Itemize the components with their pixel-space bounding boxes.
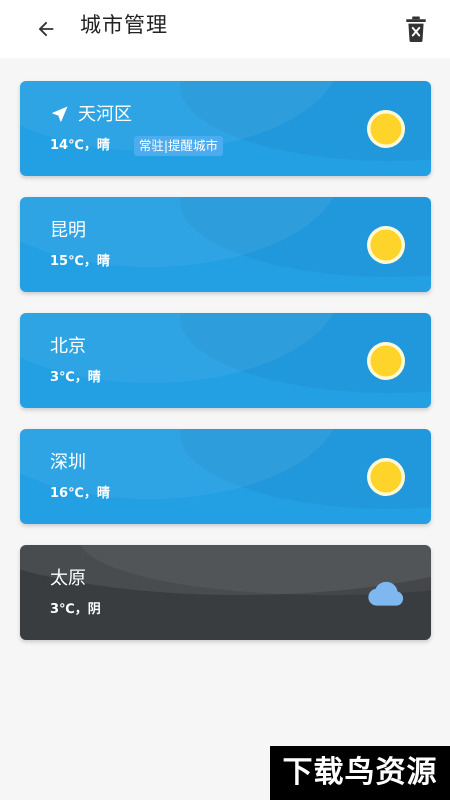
page-title: 城市管理	[80, 13, 168, 37]
city-card[interactable]: 深圳 16℃，晴	[20, 429, 431, 524]
city-list: 天河区 14℃，晴 常驻|提醒城市 昆明 15℃，晴 北京 3℃，晴 深圳 16…	[20, 81, 431, 661]
city-card[interactable]: 北京 3℃，晴	[20, 313, 431, 408]
info-row: 15℃，晴	[50, 252, 110, 272]
weather-summary: 3℃，晴	[50, 370, 101, 385]
info-row: 3℃，阴	[50, 600, 101, 620]
city-name: 天河区	[78, 104, 132, 125]
watermark-logo: 下载鸟资源	[270, 746, 450, 800]
weather-summary: 3℃，阴	[50, 602, 101, 617]
back-button[interactable]	[26, 9, 66, 49]
city-name: 昆明	[50, 220, 86, 241]
trash-icon	[406, 16, 426, 42]
sun-icon	[367, 458, 405, 496]
delete-button[interactable]	[396, 9, 436, 49]
weather-summary: 14℃，晴	[50, 138, 110, 153]
city-card[interactable]: 太原 3℃，阴	[20, 545, 431, 640]
location-arrow-icon	[50, 104, 72, 126]
sun-icon	[367, 226, 405, 264]
toolbar: 城市管理	[0, 0, 450, 58]
city-name: 太原	[50, 568, 86, 589]
app-screen: 城市管理 天河区 14℃，晴 常驻|提醒城市 昆明 15℃，晴 北京 3℃，晴 …	[0, 0, 450, 800]
city-row: 深圳	[50, 451, 86, 475]
sun-icon	[367, 342, 405, 380]
city-row: 天河区	[50, 103, 132, 127]
info-row: 3℃，晴	[50, 368, 101, 388]
arrow-left-icon	[38, 21, 54, 37]
city-name: 深圳	[50, 452, 86, 473]
city-row: 昆明	[50, 219, 86, 243]
city-card[interactable]: 昆明 15℃，晴	[20, 197, 431, 292]
sun-icon	[367, 110, 405, 148]
city-card[interactable]: 天河区 14℃，晴 常驻|提醒城市	[20, 81, 431, 176]
info-row: 14℃，晴 常驻|提醒城市	[50, 136, 224, 156]
weather-summary: 15℃，晴	[50, 254, 110, 269]
resident-tag: 常驻|提醒城市	[133, 136, 224, 156]
city-row: 北京	[50, 335, 86, 359]
info-row: 16℃，晴	[50, 484, 110, 504]
city-row: 太原	[50, 567, 86, 591]
cloud-icon	[368, 581, 404, 606]
weather-summary: 16℃，晴	[50, 486, 110, 501]
city-name: 北京	[50, 336, 86, 357]
